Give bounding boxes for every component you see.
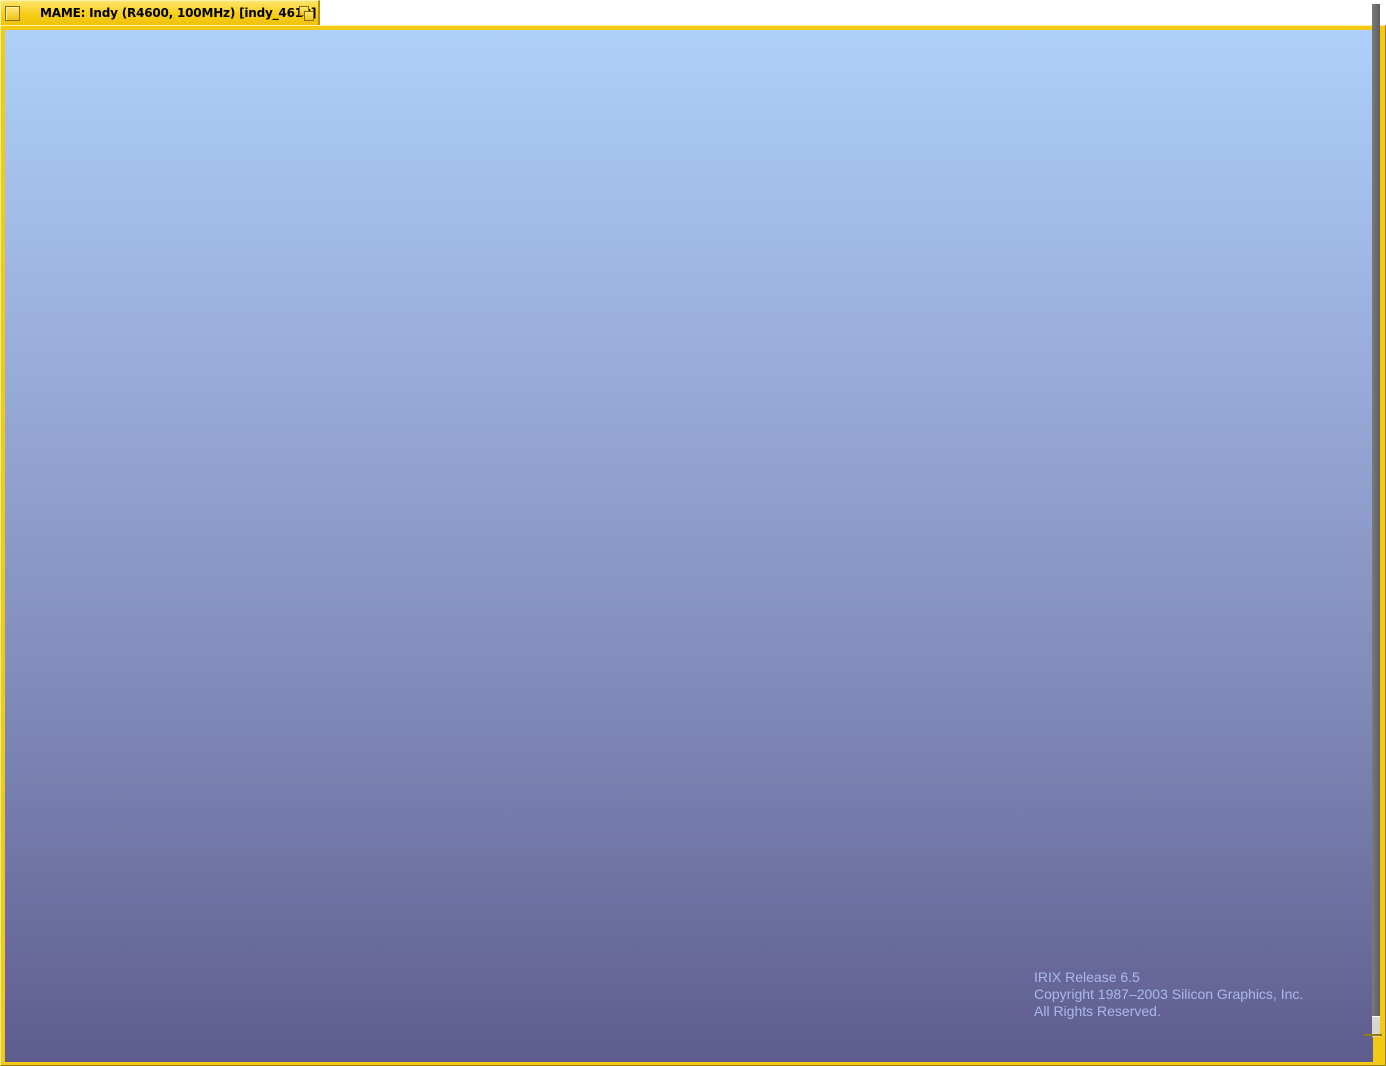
window-title-tab[interactable]: MAME: Indy (R4600, 100MHz) [indy_4610] bbox=[0, 0, 320, 27]
irix-release-text: IRIX Release 6.5 bbox=[1034, 969, 1140, 985]
resize-handle[interactable] bbox=[1364, 1034, 1382, 1036]
rights-reserved-text: All Rights Reserved. bbox=[1034, 1003, 1161, 1019]
window-title: MAME: Indy (R4600, 100MHz) [indy_4610] bbox=[40, 6, 317, 20]
iconify-icon[interactable] bbox=[298, 5, 316, 22]
iconify-front-square bbox=[304, 11, 314, 21]
window-menu-icon[interactable] bbox=[5, 6, 20, 21]
copyright-text: Copyright 1987–2003 Silicon Graphics, In… bbox=[1034, 986, 1304, 1002]
irix-copyright-notice: IRIX Release 6.5 Copyright 1987–2003 Sil… bbox=[1034, 969, 1303, 1020]
emulated-screen[interactable]: IRIX Release 6.5 Copyright 1987–2003 Sil… bbox=[5, 30, 1373, 1062]
window-side-strip bbox=[1372, 4, 1380, 1016]
window-frame[interactable]: IRIX Release 6.5 Copyright 1987–2003 Sil… bbox=[0, 25, 1386, 1066]
